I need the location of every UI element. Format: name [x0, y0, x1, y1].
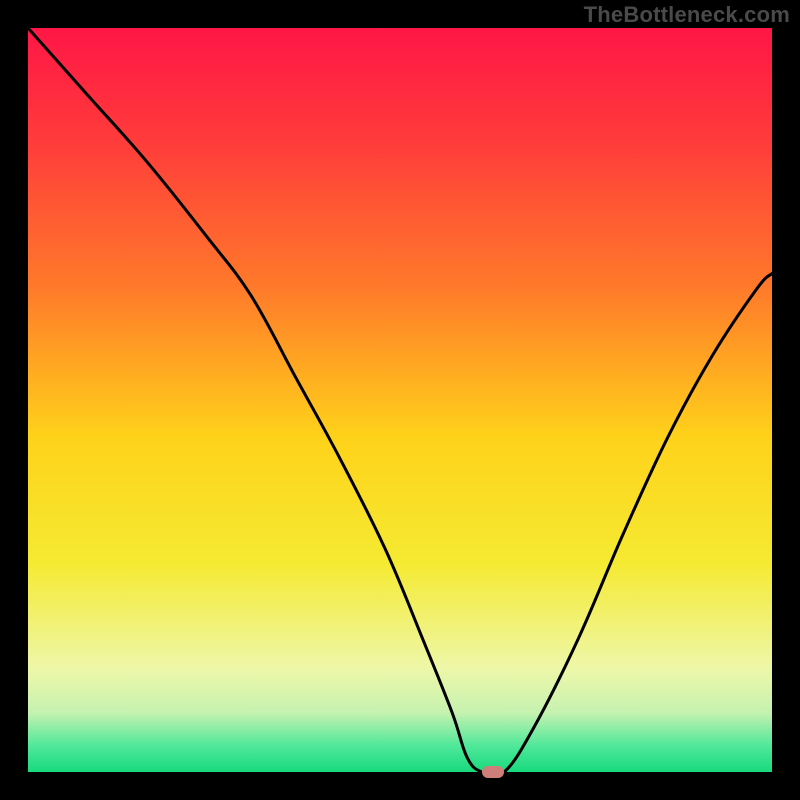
chart-background: [28, 28, 772, 772]
watermark-text: TheBottleneck.com: [584, 2, 790, 28]
bottleneck-chart: [28, 28, 772, 772]
chart-frame: TheBottleneck.com: [0, 0, 800, 800]
minimum-marker: [482, 766, 504, 778]
